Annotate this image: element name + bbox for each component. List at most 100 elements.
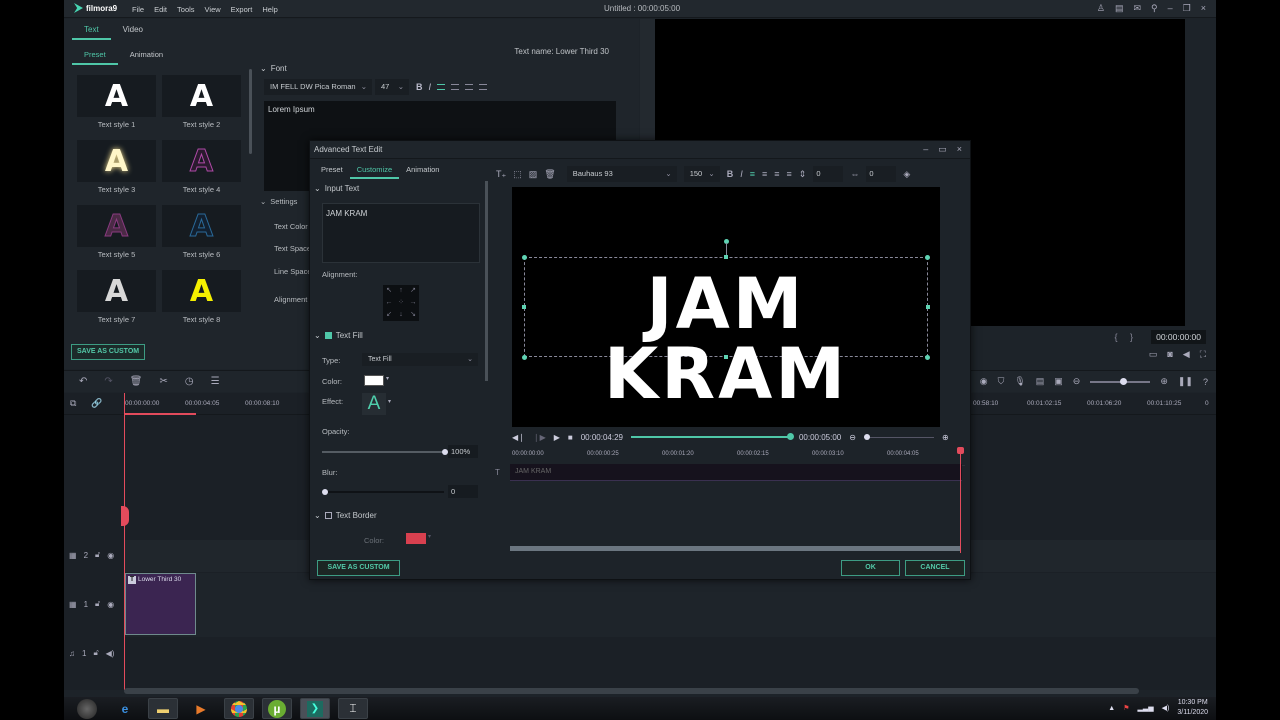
resize-handle[interactable] — [925, 255, 930, 260]
add-track-icon[interactable]: ⧉ — [70, 398, 76, 409]
tab-animation[interactable]: Animation — [118, 50, 175, 65]
align-justify-icon[interactable]: ≡ — [787, 169, 792, 179]
chevron-down-icon[interactable]: ⌄ — [314, 331, 321, 340]
align-center-icon[interactable] — [451, 84, 460, 90]
align-left-icon[interactable]: ← — [383, 297, 395, 309]
fullscreen-icon[interactable]: ⛶ — [1200, 349, 1206, 360]
resize-handle[interactable] — [522, 255, 527, 260]
timeline-scrollbar[interactable] — [124, 688, 1139, 694]
align-right-icon[interactable]: → — [407, 297, 419, 309]
close-icon[interactable]: × — [1201, 3, 1206, 14]
chrome-icon[interactable] — [224, 698, 254, 719]
dropdown-icon[interactable]: ▾ — [428, 533, 431, 540]
resize-handle[interactable] — [724, 255, 728, 259]
timeline-playhead[interactable] — [124, 393, 125, 690]
text-style-item[interactable]: A Text style 1 — [77, 75, 156, 140]
styles-scrollbar[interactable] — [249, 69, 252, 154]
lock-icon[interactable]: 🔓︎ — [95, 550, 100, 560]
start-orb-icon[interactable] — [72, 698, 102, 719]
speaker-icon[interactable]: ◀) — [106, 649, 115, 658]
menu-help[interactable]: Help — [262, 5, 277, 14]
line-spacing-input[interactable]: 0 — [866, 166, 897, 182]
delete-icon[interactable]: 🗑 — [130, 376, 143, 387]
subtitle-icon[interactable]: ▣ — [1054, 376, 1063, 387]
ok-button[interactable]: OK — [841, 560, 900, 576]
speed-icon[interactable]: ◷ — [185, 376, 194, 387]
mail-icon[interactable]: ✉ — [1134, 3, 1142, 14]
add-image-icon[interactable]: ▨ — [529, 169, 538, 180]
lock-icon[interactable]: 🔓︎ — [95, 599, 100, 609]
redo-icon[interactable]: ↷ — [104, 376, 112, 387]
zoom-out-icon[interactable]: ⊖ — [1073, 376, 1081, 387]
resize-handle[interactable] — [522, 305, 526, 309]
pause-icon[interactable]: ❚❚ — [1178, 376, 1193, 387]
playhead-handle[interactable] — [121, 506, 129, 526]
tab-video[interactable]: Video — [111, 25, 155, 40]
zoom-out-icon[interactable]: ⊖ — [849, 433, 856, 442]
microphone-icon[interactable]: ⚲ — [1151, 3, 1158, 14]
resize-handle[interactable] — [925, 355, 930, 360]
dialog-zoom-slider[interactable] — [863, 433, 934, 440]
tab-animation[interactable]: Animation — [399, 165, 446, 179]
chevron-down-icon[interactable]: ⌄ — [314, 511, 321, 520]
effect-preview[interactable]: A — [362, 393, 386, 415]
marker-icon[interactable]: ⛉ — [998, 376, 1005, 387]
align-justify-icon[interactable] — [479, 84, 488, 90]
dialog-playhead[interactable] — [960, 448, 961, 553]
resize-handle[interactable] — [724, 355, 728, 359]
dropdown-icon[interactable]: ▾ — [388, 398, 391, 405]
stop-icon[interactable]: ■ — [568, 433, 573, 442]
bold-icon[interactable]: B — [416, 82, 423, 92]
documents-icon[interactable]: ▤ — [1115, 3, 1124, 14]
utorrent-icon[interactable]: µ — [262, 698, 292, 719]
minimize-icon[interactable]: – — [1168, 3, 1173, 14]
font-size-select[interactable]: 150 ⌄ — [683, 166, 720, 182]
chevron-down-icon[interactable]: ⌄ — [314, 184, 321, 193]
show-hidden-icons[interactable]: ▲ — [1108, 705, 1115, 712]
maximize-icon[interactable]: ▭ — [938, 144, 947, 155]
playback-progress[interactable] — [630, 433, 794, 440]
mark-in-out-icon[interactable]: { } — [1114, 332, 1138, 342]
tab-customize[interactable]: Customize — [349, 165, 400, 179]
snipping-tool-icon[interactable]: ⌶ — [338, 698, 368, 719]
char-spacing-input[interactable]: 0 — [813, 166, 844, 182]
blur-knob[interactable] — [322, 489, 328, 495]
fill-type-select[interactable]: Text Fill ⌄ — [362, 353, 478, 366]
zoom-in-icon[interactable]: ⊕ — [942, 433, 949, 442]
alignment-grid[interactable]: ↖ ↑ ↗ ← ⁘ → ↙ ↓ ↘ — [383, 285, 419, 321]
dropdown-icon[interactable]: ▾ — [386, 375, 389, 382]
audio-mixer-icon[interactable]: ▤ — [1036, 376, 1045, 387]
save-as-custom-button[interactable]: SAVE AS CUSTOM — [71, 344, 146, 360]
next-frame-icon[interactable]: ❘▶ — [533, 433, 546, 442]
tab-text[interactable]: Text — [72, 25, 111, 40]
resize-handle[interactable] — [926, 305, 930, 309]
dialog-timeline-scrollbar[interactable] — [510, 546, 960, 551]
filmora-icon[interactable]: ❯ — [300, 698, 330, 719]
text-style-item[interactable]: A Text style 3 — [77, 140, 156, 205]
blur-input[interactable]: 0 — [448, 485, 478, 498]
timeline-clip[interactable]: T Lower Third 30 — [125, 573, 196, 635]
font-size-select[interactable]: 47 ⌄ — [375, 79, 409, 95]
align-right-icon[interactable] — [465, 84, 474, 90]
align-right-icon[interactable]: ≡ — [774, 169, 779, 179]
menu-tools[interactable]: Tools — [177, 5, 195, 14]
previous-frame-icon[interactable]: ◀❘ — [512, 433, 525, 442]
action-center-icon[interactable]: ⚑ — [1123, 704, 1129, 712]
font-family-select[interactable]: IM FELL DW Pica Roman ⌄ — [264, 79, 372, 95]
timeline-zoom-slider[interactable] — [1090, 377, 1151, 385]
input-text-field[interactable]: JAM KRAM — [322, 203, 480, 263]
text-style-item[interactable]: A Text style 4 — [162, 140, 241, 205]
system-clock[interactable]: 10:30 PM 3/11/2020 — [1177, 698, 1208, 718]
video-track-1[interactable] — [124, 573, 1216, 637]
play-icon[interactable]: ▶ — [554, 433, 560, 442]
menu-file[interactable]: File — [132, 5, 144, 14]
delete-icon[interactable]: 🗑 — [544, 169, 555, 180]
display-settings-icon[interactable]: ▭ — [1149, 349, 1158, 360]
text-style-item[interactable]: A Text style 6 — [162, 205, 241, 270]
align-top-icon[interactable]: ↑ — [395, 285, 407, 297]
more-options-icon[interactable]: ◈ — [903, 169, 910, 180]
help-icon[interactable]: ? — [1203, 377, 1208, 387]
chevron-down-icon[interactable]: ⌄ — [260, 197, 266, 206]
snapshot-icon[interactable]: ◙ — [1167, 349, 1172, 360]
tab-preset[interactable]: Preset — [72, 50, 118, 65]
